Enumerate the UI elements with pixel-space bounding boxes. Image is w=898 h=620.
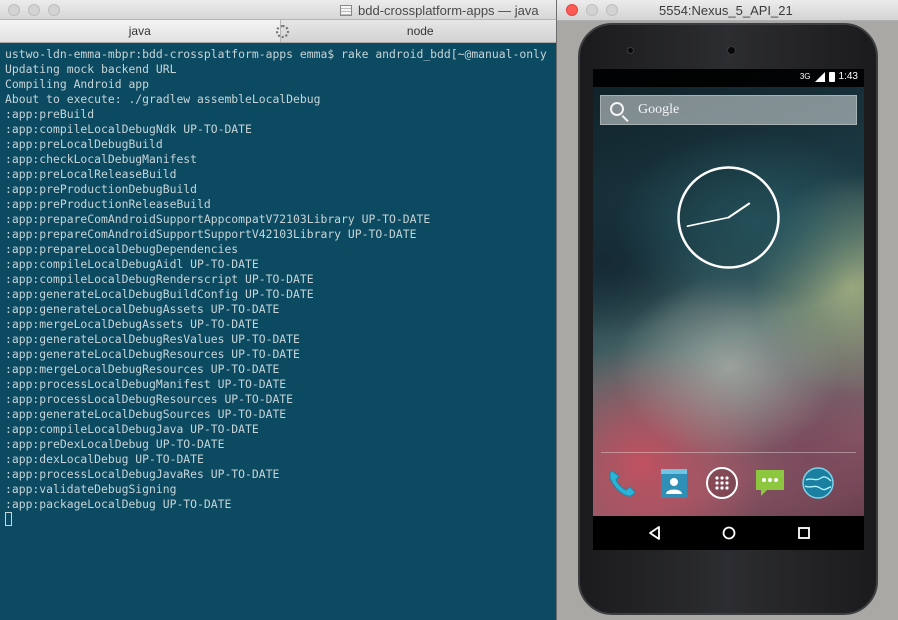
- dock-divider: [601, 452, 856, 453]
- tab-java[interactable]: java: [0, 20, 289, 42]
- front-camera-icon: [627, 47, 634, 54]
- terminal-line: :app:generateLocalDebugSources UP-TO-DAT…: [5, 407, 287, 421]
- terminal-line: :app:generateLocalDebugResValues UP-TO-D…: [5, 332, 300, 346]
- terminal-line: :app:compileLocalDebugNdk UP-TO-DATE: [5, 122, 252, 136]
- close-window-button[interactable]: [8, 4, 20, 16]
- zoom-window-button[interactable]: [606, 4, 618, 16]
- terminal-line: :app:compileLocalDebugRenderscript UP-TO…: [5, 272, 314, 286]
- minimize-window-button[interactable]: [586, 4, 598, 16]
- back-icon[interactable]: [646, 524, 664, 542]
- sensor-icon: [727, 46, 736, 55]
- terminal-line: :app:dexLocalDebug UP-TO-DATE: [5, 452, 204, 466]
- browser-icon[interactable]: [801, 466, 835, 500]
- home-icon[interactable]: [720, 524, 738, 542]
- signal-icon: 3G: [799, 72, 811, 81]
- status-bar[interactable]: 3G 1:43: [593, 69, 864, 87]
- terminal-line: :app:validateDebugSigning: [5, 482, 177, 496]
- terminal-titlebar[interactable]: bdd-crossplatform-apps — java: [0, 0, 560, 20]
- terminal-line: ustwo-ldn-emma-mbpr:bdd-crossplatform-ap…: [5, 47, 547, 61]
- close-window-button[interactable]: [566, 4, 578, 16]
- terminal-line: :app:preProductionDebugBuild: [5, 182, 198, 196]
- status-time: 1:43: [838, 71, 858, 82]
- battery-icon: [828, 71, 835, 82]
- cell-signal-icon: [814, 71, 825, 82]
- google-search-label: Google: [638, 102, 680, 117]
- recents-icon[interactable]: [795, 524, 813, 542]
- terminal-line: :app:generateLocalDebugResources UP-TO-D…: [5, 347, 300, 361]
- terminal-window-title: bdd-crossplatform-apps — java: [340, 3, 539, 18]
- terminal-line: :app:prepareLocalDebugDependencies: [5, 242, 239, 256]
- terminal-window: bdd-crossplatform-apps — java java node …: [0, 0, 560, 620]
- search-icon: [610, 102, 624, 116]
- terminal-output[interactable]: ustwo-ldn-emma-mbpr:bdd-crossplatform-ap…: [0, 44, 560, 620]
- terminal-line: :app:mergeLocalDebugResources UP-TO-DATE: [5, 362, 280, 376]
- tab-label: node: [406, 24, 434, 38]
- phone-icon[interactable]: [605, 466, 639, 500]
- analog-clock-widget[interactable]: [676, 165, 781, 270]
- tab-label: java: [128, 24, 151, 38]
- terminal-line: :app:prepareComAndroidSupportAppcompatV7…: [5, 212, 431, 226]
- app-drawer-icon[interactable]: [705, 466, 739, 500]
- terminal-line: :app:processLocalDebugManifest UP-TO-DAT…: [5, 377, 287, 391]
- terminal-line: :app:generateLocalDebugBuildConfig UP-TO…: [5, 287, 314, 301]
- terminal-line: :app:preLocalReleaseBuild: [5, 167, 177, 181]
- minimize-window-button[interactable]: [28, 4, 40, 16]
- terminal-line: Updating mock backend URL: [5, 62, 177, 76]
- terminal-cursor: [5, 512, 12, 526]
- terminal-line: :app:preBuild: [5, 107, 95, 121]
- terminal-line: :app:processLocalDebugJavaRes UP-TO-DATE: [5, 467, 280, 481]
- google-search-bar[interactable]: Google: [600, 95, 857, 125]
- tab-node[interactable]: node: [279, 20, 561, 42]
- terminal-line: :app:packageLocalDebug UP-TO-DATE: [5, 497, 232, 511]
- terminal-line: :app:mergeLocalDebugAssets UP-TO-DATE: [5, 317, 259, 331]
- terminal-line: :app:preProductionReleaseBuild: [5, 197, 211, 211]
- messaging-icon[interactable]: [753, 466, 787, 500]
- terminal-line: :app:checkLocalDebugManifest: [5, 152, 198, 166]
- document-icon: [340, 5, 352, 16]
- emulator-window-title: 5554:Nexus_5_API_21: [659, 3, 793, 18]
- terminal-line: Compiling Android app: [5, 77, 150, 91]
- terminal-line: :app:compileLocalDebugJava UP-TO-DATE: [5, 422, 259, 436]
- terminal-line: :app:generateLocalDebugAssets UP-TO-DATE: [5, 302, 280, 316]
- android-navigation-bar: [593, 516, 864, 550]
- terminal-line: :app:compileLocalDebugAidl UP-TO-DATE: [5, 257, 259, 271]
- app-dock: [605, 466, 855, 502]
- terminal-line: :app:preLocalDebugBuild: [5, 137, 163, 151]
- contacts-icon[interactable]: [657, 466, 691, 500]
- zoom-window-button[interactable]: [48, 4, 60, 16]
- terminal-line: About to execute: ./gradlew assembleLoca…: [5, 92, 321, 106]
- terminal-tab-bar: java node: [0, 20, 560, 43]
- terminal-line: :app:preDexLocalDebug UP-TO-DATE: [5, 437, 225, 451]
- terminal-line: :app:processLocalDebugResources UP-TO-DA…: [5, 392, 294, 406]
- emulator-titlebar[interactable]: 5554:Nexus_5_API_21: [557, 0, 898, 21]
- android-home-screen[interactable]: 3G 1:43 Google: [593, 69, 864, 550]
- terminal-line: :app:prepareComAndroidSupportSupportV421…: [5, 227, 417, 241]
- terminal-prompt-line[interactable]: [5, 512, 560, 527]
